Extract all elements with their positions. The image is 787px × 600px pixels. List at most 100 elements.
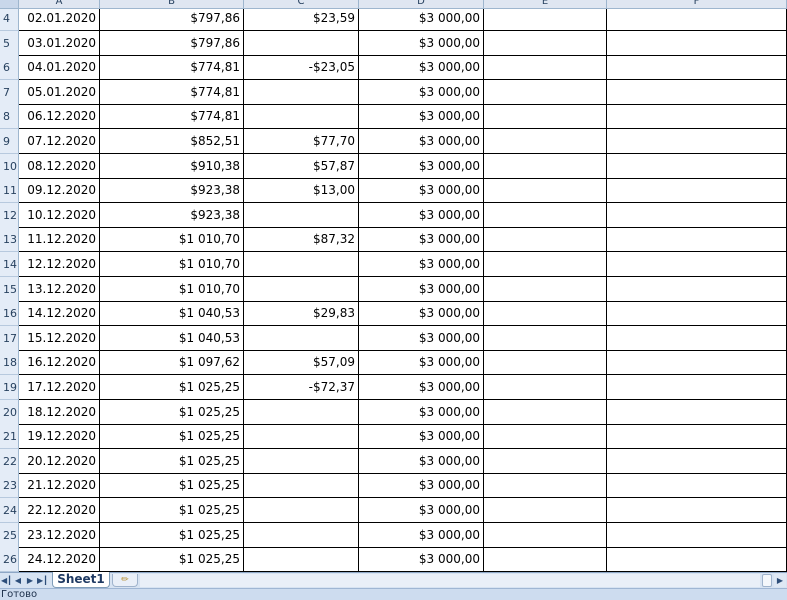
row-header[interactable]: 16 [0,301,19,327]
cell-empty-e[interactable] [484,30,607,56]
cell-amount[interactable]: $3 000,00 [359,79,484,105]
cell-balance[interactable]: $1 010,70 [100,276,244,302]
cell-amount[interactable]: $3 000,00 [359,350,484,376]
cell-empty-f[interactable] [607,178,787,204]
cell-change[interactable]: -$23,05 [244,55,359,81]
cell-date[interactable]: 02.01.2020 [19,9,100,31]
cell-amount[interactable]: $3 000,00 [359,375,484,400]
row-header[interactable]: 17 [0,325,19,351]
cell-balance[interactable]: $774,81 [100,55,244,81]
cell-empty-e[interactable] [484,276,607,302]
cell-empty-e[interactable] [484,547,607,572]
row-header[interactable]: 9 [0,129,19,154]
cell-empty-f[interactable] [607,522,787,548]
cell-empty-f[interactable] [607,252,787,277]
cell-change[interactable] [244,202,359,228]
scroll-right-icon[interactable]: ▶ [774,574,786,587]
cell-date[interactable]: 12.12.2020 [19,252,100,277]
cell-date[interactable]: 10.12.2020 [19,202,100,228]
cell-amount[interactable]: $3 000,00 [359,202,484,228]
cell-amount[interactable]: $3 000,00 [359,424,484,450]
cell-change[interactable] [244,104,359,130]
cell-date[interactable]: 14.12.2020 [19,301,100,327]
cell-balance[interactable]: $1 025,25 [100,448,244,474]
cell-empty-f[interactable] [607,79,787,105]
cell-empty-e[interactable] [484,325,607,351]
cell-change[interactable]: $29,83 [244,301,359,327]
sheet-tab-sheet1[interactable]: Sheet1 [52,572,110,588]
cell-empty-e[interactable] [484,399,607,425]
cell-balance[interactable]: $797,86 [100,30,244,56]
cell-empty-e[interactable] [484,301,607,327]
cell-empty-e[interactable] [484,55,607,81]
cell-empty-f[interactable] [607,399,787,425]
cell-amount[interactable]: $3 000,00 [359,55,484,81]
row-header[interactable]: 13 [0,227,19,253]
column-header-b[interactable]: B [100,0,244,8]
select-all-corner[interactable] [0,0,19,8]
cell-empty-e[interactable] [484,350,607,376]
cell-empty-f[interactable] [607,448,787,474]
cell-empty-e[interactable] [484,227,607,253]
cell-change[interactable] [244,79,359,105]
cell-amount[interactable]: $3 000,00 [359,301,484,327]
prev-sheet-icon[interactable]: ◀ [13,575,23,586]
cell-empty-e[interactable] [484,129,607,154]
row-header[interactable]: 26 [0,547,19,572]
cell-amount[interactable]: $3 000,00 [359,252,484,277]
cell-balance[interactable]: $923,38 [100,178,244,204]
cell-empty-f[interactable] [607,301,787,327]
cell-empty-e[interactable] [484,9,607,31]
cell-balance[interactable]: $1 040,53 [100,301,244,327]
cell-empty-e[interactable] [484,252,607,277]
cell-date[interactable]: 15.12.2020 [19,325,100,351]
cell-change[interactable]: $23,59 [244,9,359,31]
cell-change[interactable] [244,473,359,499]
cell-empty-f[interactable] [607,498,787,523]
cell-change[interactable]: $77,70 [244,129,359,154]
cell-date[interactable]: 04.01.2020 [19,55,100,81]
row-header[interactable]: 20 [0,399,19,425]
cell-change[interactable]: $57,09 [244,350,359,376]
horizontal-scroll-thumb[interactable] [762,574,772,587]
row-header[interactable]: 22 [0,448,19,474]
cell-balance[interactable]: $1 010,70 [100,227,244,253]
cell-empty-f[interactable] [607,350,787,376]
row-header[interactable]: 21 [0,424,19,450]
cell-change[interactable] [244,547,359,572]
cell-amount[interactable]: $3 000,00 [359,325,484,351]
cell-change[interactable]: $57,87 [244,153,359,179]
cell-empty-f[interactable] [607,547,787,572]
cell-change[interactable] [244,399,359,425]
cell-balance[interactable]: $852,51 [100,129,244,154]
cell-empty-f[interactable] [607,55,787,81]
cell-date[interactable]: 09.12.2020 [19,178,100,204]
last-sheet-icon[interactable]: ▶┃ [37,575,48,586]
cell-empty-e[interactable] [484,153,607,179]
cell-date[interactable]: 18.12.2020 [19,399,100,425]
cell-change[interactable] [244,325,359,351]
cell-date[interactable]: 19.12.2020 [19,424,100,450]
cell-balance[interactable]: $1 025,25 [100,498,244,523]
cell-date[interactable]: 13.12.2020 [19,276,100,302]
cell-date[interactable]: 06.12.2020 [19,104,100,130]
cell-change[interactable] [244,276,359,302]
cell-empty-f[interactable] [607,104,787,130]
cell-change[interactable]: -$72,37 [244,375,359,400]
cell-empty-e[interactable] [484,202,607,228]
cell-amount[interactable]: $3 000,00 [359,448,484,474]
column-header-f[interactable]: F [607,0,787,8]
cell-balance[interactable]: $774,81 [100,79,244,105]
row-header[interactable]: 7 [0,79,19,105]
cell-empty-e[interactable] [484,498,607,523]
cell-empty-f[interactable] [607,276,787,302]
first-sheet-icon[interactable]: ◀┃ [1,575,12,586]
cell-empty-f[interactable] [607,424,787,450]
cell-amount[interactable]: $3 000,00 [359,399,484,425]
cell-amount[interactable]: $3 000,00 [359,153,484,179]
cell-date[interactable]: 11.12.2020 [19,227,100,253]
cell-balance[interactable]: $1 040,53 [100,325,244,351]
cell-empty-e[interactable] [484,448,607,474]
next-sheet-icon[interactable]: ▶ [25,575,35,586]
cell-balance[interactable]: $1 025,25 [100,424,244,450]
